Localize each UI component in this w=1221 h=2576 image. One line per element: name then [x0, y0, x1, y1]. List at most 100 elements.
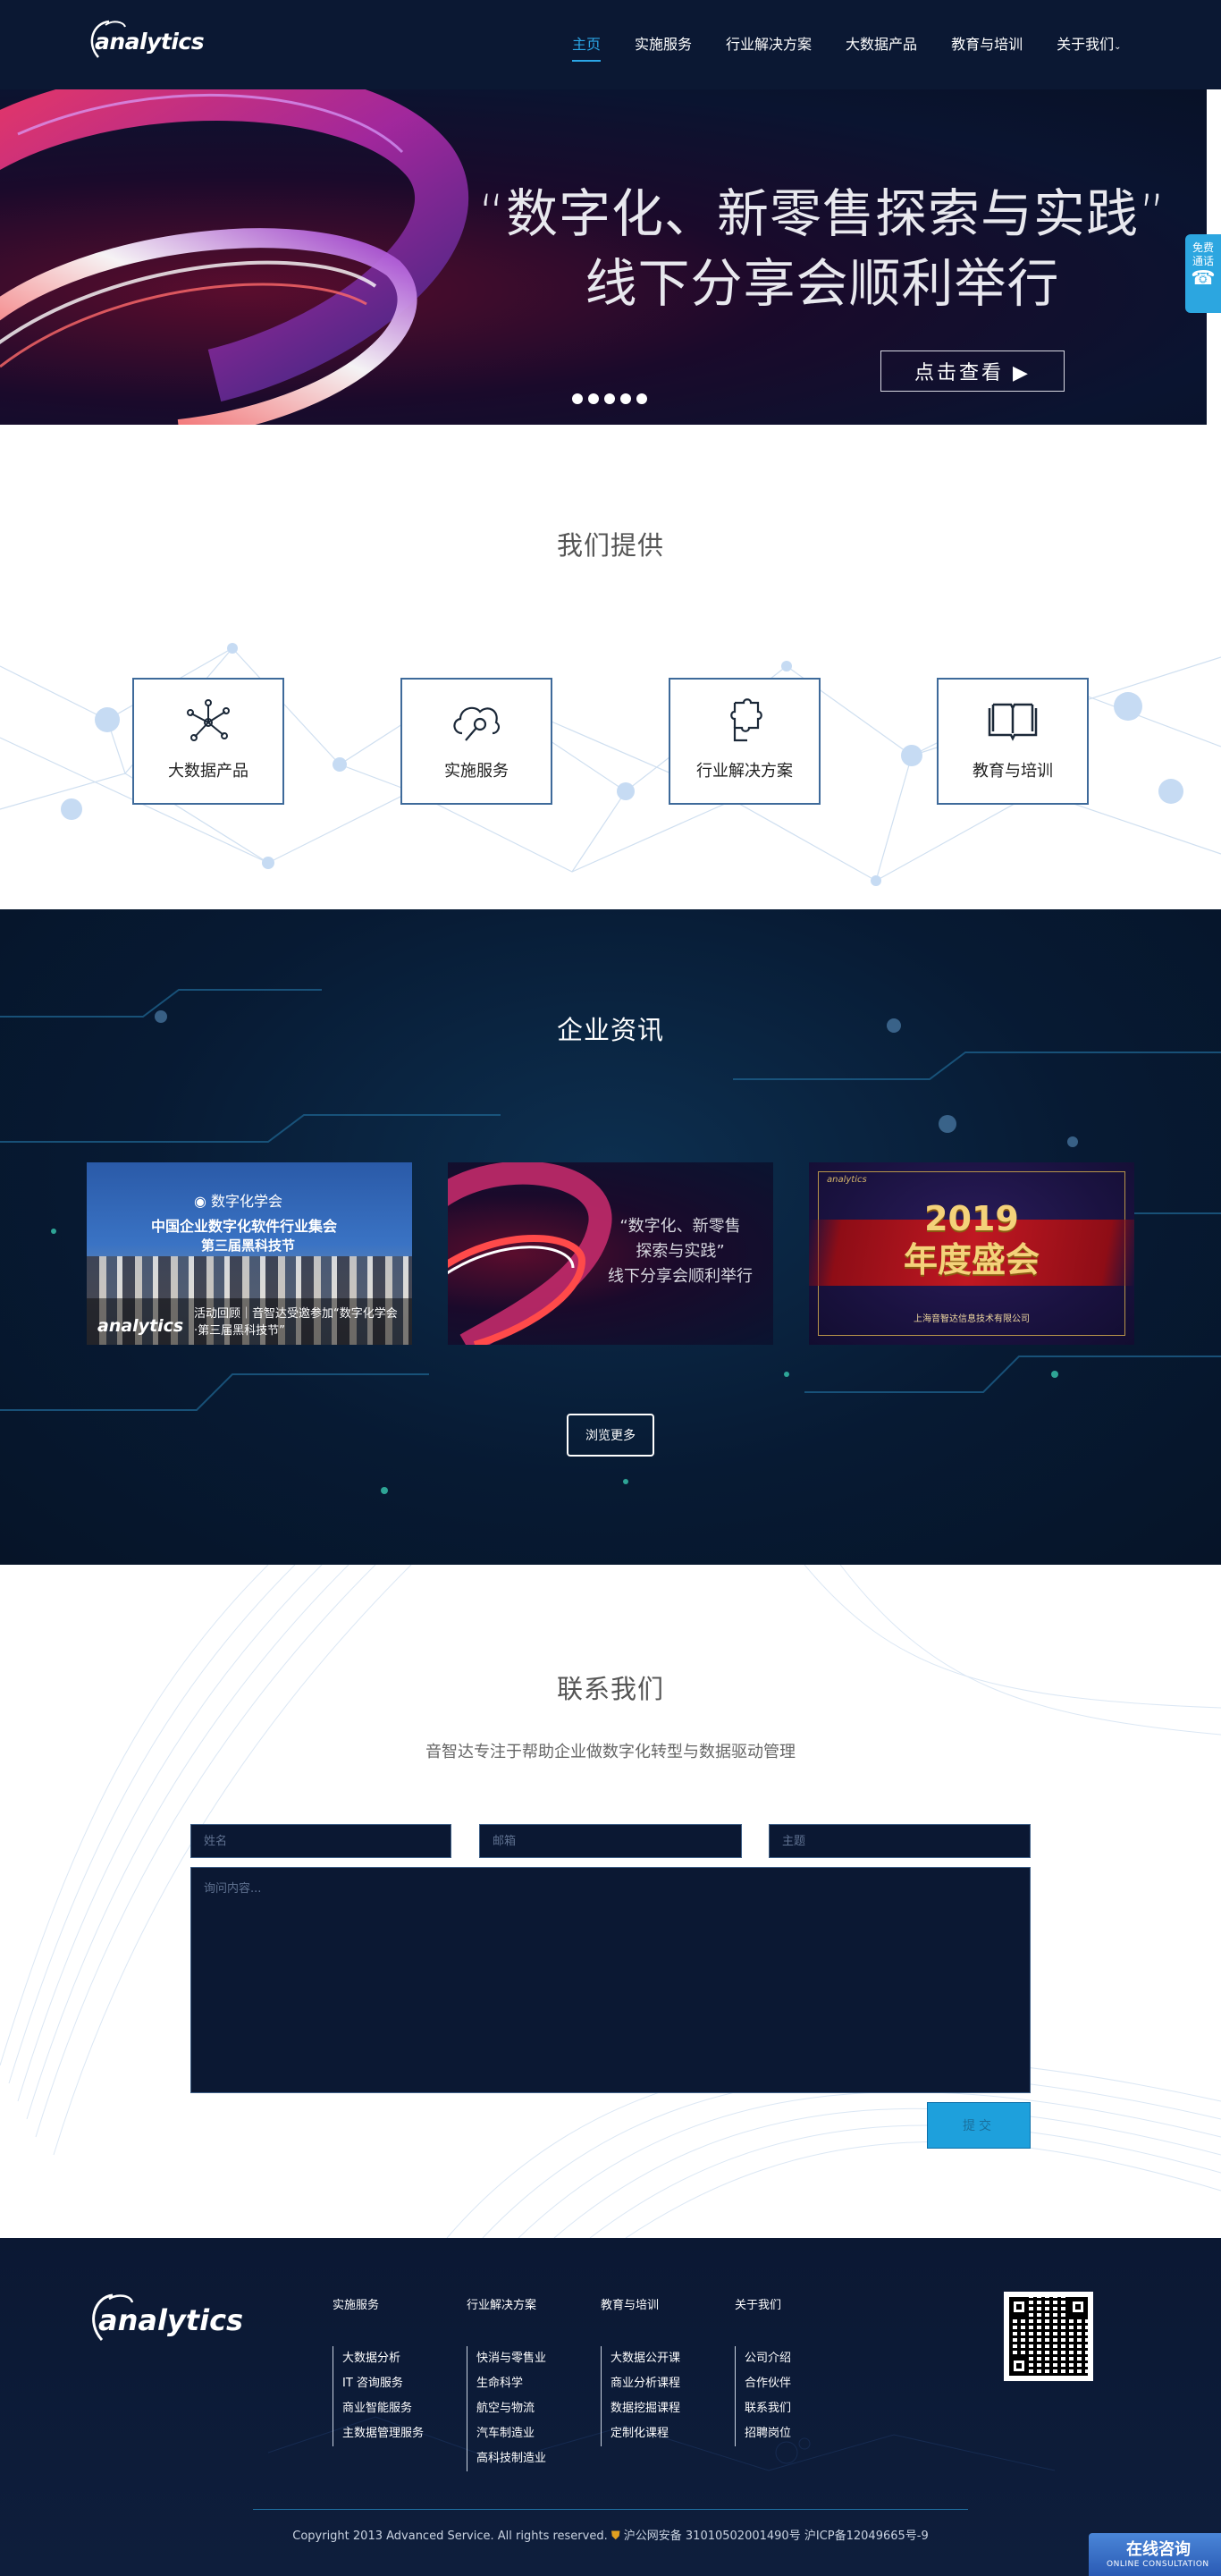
card-implementation-label: 实施服务 — [444, 762, 509, 781]
online-consultation-button[interactable]: 在线咨询 ONLINE CONSULTATION — [1089, 2533, 1221, 2576]
footer-link[interactable]: 生命科学 — [476, 2371, 546, 2396]
email-input[interactable] — [479, 1824, 742, 1858]
footer-link[interactable]: 联系我们 — [745, 2396, 791, 2421]
contact-title: 联系我们 — [556, 1674, 664, 1704]
sharing-line-1: “数字化、新零售 — [619, 1217, 741, 1236]
hero-banner: “数字化、新零售探索与实践” 线下分享会顺利举行 点击查看 ▶ — [0, 89, 1207, 425]
banner-line-1: “数字化、新零售探索与实践” — [477, 183, 1167, 244]
online-consult-en: ONLINE CONSULTATION — [1107, 2560, 1209, 2569]
footer-link[interactable]: IT 咨询服务 — [342, 2371, 424, 2396]
footer-link[interactable]: 合作伙伴 — [745, 2371, 791, 2396]
footer-link[interactable]: 商业分析课程 — [610, 2371, 680, 2396]
news-card-annual-gala[interactable]: analytics 2019 年度盛会 上海音智达信息技术有限公司 — [809, 1162, 1134, 1345]
carousel-dot[interactable] — [604, 393, 615, 404]
carousel-dots — [572, 393, 647, 404]
news-card-org-label: 数字化学会 — [211, 1193, 283, 1210]
footer-logo-text: analytics — [98, 2303, 244, 2337]
footer-link[interactable]: 主数据管理服务 — [342, 2421, 424, 2446]
carousel-dot[interactable] — [620, 393, 631, 404]
footer-link[interactable]: 数据挖掘课程 — [610, 2396, 680, 2421]
main-nav: 主页 实施服务 行业解决方案 大数据产品 教育与培训 关于我们⌄ — [572, 32, 1155, 62]
site-logo[interactable]: analytics — [86, 16, 205, 66]
card-bigdata-products[interactable]: 大数据产品 — [132, 678, 284, 805]
footer-copyright: Copyright 2013 Advanced Service. All rig… — [0, 2526, 1221, 2543]
news-card-headline: 中国企业数字化软件行业集会 — [151, 1218, 338, 1235]
name-input[interactable] — [190, 1824, 451, 1858]
phone-icon: ☎ — [1191, 267, 1216, 290]
card-implementation[interactable]: 实施服务 — [400, 678, 552, 805]
gala-company: 上海音智达信息技术有限公司 — [914, 1314, 1030, 1324]
message-textarea[interactable] — [190, 1867, 1031, 2093]
footer-link[interactable]: 汽车制造业 — [476, 2421, 546, 2446]
nav-about-label: 关于我们 — [1057, 36, 1115, 53]
nav-about[interactable]: 关于我们⌄ — [1057, 32, 1121, 54]
gala-year: 2019 — [924, 1199, 1019, 1238]
open-book-icon — [988, 703, 1038, 741]
news-card-caption: 活动回顾｜音智达受邀参加“数字化学会 ·第三届黑科技节” — [194, 1305, 408, 1339]
news-caption-line-1: 活动回顾｜音智达受邀参加“数字化学会 — [194, 1307, 398, 1321]
free-call-line-2: 通话 — [1192, 255, 1214, 267]
sharing-line-2: 探索与实践” — [636, 1242, 725, 1261]
footer-divider — [253, 2509, 968, 2510]
footer-link-list: 大数据分析 IT 咨询服务 商业智能服务 主数据管理服务 — [333, 2346, 424, 2446]
swirl-graphic — [0, 89, 468, 425]
sharing-card-text: “数字化、新零售 探索与实践” 线下分享会顺利举行 — [591, 1214, 770, 1289]
nav-education[interactable]: 教育与培训 — [951, 32, 1023, 54]
footer-link[interactable]: 大数据分析 — [342, 2346, 424, 2371]
footer-link[interactable]: 航空与物流 — [476, 2396, 546, 2421]
gala-title: 2019 年度盛会 — [809, 1198, 1134, 1280]
footer-link[interactable]: 招聘岗位 — [745, 2421, 791, 2446]
copyright-text: Copyright 2013 Advanced Service. All rig… — [292, 2530, 608, 2543]
public-security-record[interactable]: 沪公网安备 31010502001490号 — [624, 2530, 801, 2543]
qr-finder — [1009, 2356, 1029, 2376]
footer-link[interactable]: 快消与零售业 — [476, 2346, 546, 2371]
services-section: 我们提供 大数据产品 实施服务 行业解决方案 教育与培训 — [0, 425, 1221, 909]
wechat-qr-code — [1004, 2292, 1093, 2381]
contact-section: 联系我们 音智达专注于帮助企业做数字化转型与数据驱动管理 提交 — [0, 1565, 1221, 2238]
gala-name: 年度盛会 — [903, 1240, 1040, 1280]
nav-implementation[interactable]: 实施服务 — [635, 32, 692, 54]
news-caption-line-2: ·第三届黑科技节” — [194, 1324, 285, 1338]
subject-input[interactable] — [769, 1824, 1031, 1858]
news-card-org: ◉ 数字化学会 — [194, 1189, 282, 1211]
card-education[interactable]: 教育与培训 — [937, 678, 1089, 805]
footer-link[interactable]: 商业智能服务 — [342, 2396, 424, 2421]
footer-col-about: 关于我们 公司介绍 合作伙伴 联系我们 招聘岗位 — [735, 2295, 791, 2446]
footer-col-heading: 实施服务 — [333, 2299, 380, 2312]
news-card-sharing[interactable]: “数字化、新零售 探索与实践” 线下分享会顺利举行 — [448, 1162, 773, 1345]
police-badge-icon: ⛊ — [610, 2530, 620, 2543]
footer-link[interactable]: 高科技制造业 — [476, 2446, 546, 2471]
icp-record[interactable]: 沪ICP备12049665号-9 — [804, 2530, 929, 2543]
news-card-subheadline: 第三届黑科技节 — [201, 1237, 296, 1254]
free-call-tab[interactable]: 免费 通话 ☎ — [1185, 234, 1221, 313]
footer-link-list: 快消与零售业 生命科学 航空与物流 汽车制造业 高科技制造业 — [467, 2346, 546, 2471]
gala-brand: analytics — [827, 1175, 867, 1185]
qr-finder — [1068, 2297, 1088, 2317]
footer-link[interactable]: 公司介绍 — [745, 2346, 791, 2371]
news-card-logo: analytics — [97, 1316, 184, 1336]
submit-button[interactable]: 提交 — [927, 2102, 1031, 2149]
banner-view-button[interactable]: 点击查看 ▶ — [880, 351, 1065, 392]
carousel-dot[interactable] — [636, 393, 647, 404]
card-solutions-label: 行业解决方案 — [696, 762, 793, 781]
carousel-dot[interactable] — [588, 393, 599, 404]
footer-col-implementation: 实施服务 大数据分析 IT 咨询服务 商业智能服务 主数据管理服务 — [333, 2295, 424, 2446]
footer-logo[interactable]: analytics — [86, 2288, 243, 2351]
nav-bigdata[interactable]: 大数据产品 — [846, 32, 917, 54]
top-header: analytics 主页 实施服务 行业解决方案 大数据产品 教育与培训 关于我… — [0, 0, 1221, 89]
sharing-line-3: 线下分享会顺利举行 — [608, 1267, 753, 1286]
footer-col-heading: 关于我们 — [735, 2299, 782, 2312]
footer-col-heading: 行业解决方案 — [467, 2299, 537, 2312]
news-card-techfest[interactable]: ◉ 数字化学会 中国企业数字化软件行业集会 第三届黑科技节 analytics … — [87, 1162, 412, 1345]
carousel-dot[interactable] — [572, 393, 583, 404]
browse-more-button[interactable]: 浏览更多 — [567, 1414, 654, 1457]
card-education-label: 教育与培训 — [973, 762, 1053, 781]
nav-home[interactable]: 主页 — [572, 32, 602, 62]
banner-line-2: 线下分享会顺利举行 — [585, 253, 1060, 314]
footer-link[interactable]: 大数据公开课 — [610, 2346, 680, 2371]
footer-link[interactable]: 定制化课程 — [610, 2421, 680, 2446]
services-title: 我们提供 — [556, 530, 664, 561]
nav-solutions[interactable]: 行业解决方案 — [726, 32, 812, 54]
card-solutions[interactable]: 行业解决方案 — [669, 678, 821, 805]
news-title: 企业资讯 — [556, 1015, 664, 1045]
